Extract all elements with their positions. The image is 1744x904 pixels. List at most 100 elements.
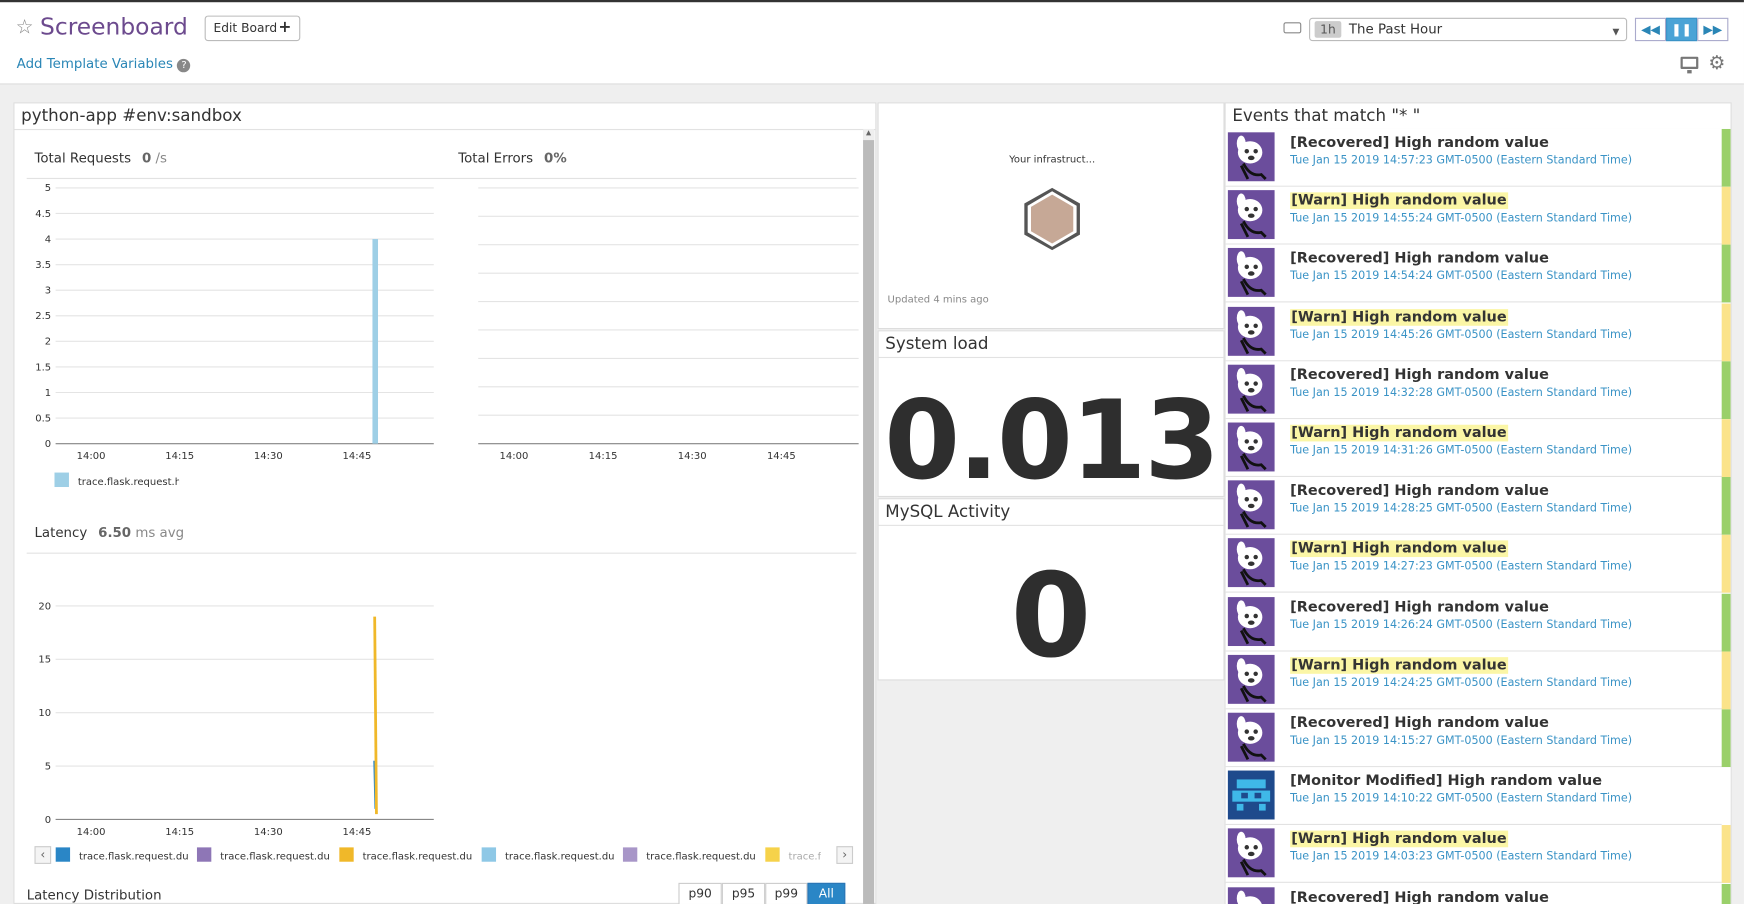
event-item[interactable]: [Recovered] High random value Tue Jan 15 … (1225, 709, 1731, 768)
legend-swatch (196, 847, 212, 862)
legend-item[interactable]: trace.flask.request.du (339, 847, 475, 863)
legend-swatch (622, 847, 638, 862)
event-item[interactable]: [Warn] High random value Tue Jan 15 2019 … (1225, 419, 1731, 478)
gear-icon[interactable]: ⚙ (1708, 52, 1725, 74)
time-range-label: The Past Hour (1348, 21, 1443, 37)
event-date: Tue Jan 15 2019 14:54:24 GMT-0500 (Easte… (1290, 270, 1633, 283)
edit-board-button[interactable]: Edit Board + (204, 15, 301, 42)
hostmap-widget[interactable]: Your infrastruct... Updated 4 mins ago (877, 102, 1225, 330)
latency-title: Latency (34, 524, 88, 541)
legend-item[interactable]: trace.flask.request.du (622, 847, 759, 863)
monitor-avatar-icon (1227, 770, 1275, 820)
event-date: Tue Jan 15 2019 14:45:26 GMT-0500 (Easte… (1290, 328, 1633, 341)
legend-next-button[interactable]: › (836, 846, 854, 864)
event-item[interactable]: [Recovered] High random value Tue Jan 15 … (1225, 128, 1731, 187)
x-tick-label: 14:00 (77, 827, 106, 838)
keyboard-icon[interactable] (1283, 22, 1302, 34)
event-item[interactable]: [Warn] High random value Tue Jan 15 2019 … (1225, 825, 1731, 884)
rewind-button[interactable]: ◀◀ (1634, 17, 1667, 42)
legend-item[interactable]: trace.flask.request.du (481, 847, 618, 863)
plus-icon: + (278, 18, 292, 37)
event-title[interactable]: [Monitor Modified] High random value (1290, 773, 1602, 790)
y-tick-label: 2 (45, 337, 51, 348)
legend-item[interactable]: trace.flask.request.du (55, 847, 192, 863)
add-template-variables-link[interactable]: Add Template Variables? (17, 56, 191, 73)
total-errors-title: Total Errors (458, 150, 534, 166)
event-title[interactable]: [Recovered] High random value (1290, 251, 1549, 268)
help-icon[interactable]: ? (177, 58, 191, 73)
event-status-bar (1721, 245, 1731, 303)
p95-button[interactable]: p95 (721, 882, 766, 904)
event-title[interactable]: [Recovered] High random value (1290, 135, 1549, 152)
latency-value: 6.50 (98, 524, 132, 541)
mysql-activity-title: MySQL Activity (878, 499, 1224, 526)
host-hexagon[interactable] (1021, 186, 1083, 253)
event-title[interactable]: [Warn] High random value (1290, 424, 1508, 442)
y-tick-label: 0.5 (35, 413, 51, 424)
event-title[interactable]: [Recovered] High random value (1290, 889, 1549, 904)
event-item[interactable]: [Monitor Modified] High random value Tue … (1225, 767, 1731, 826)
mysql-activity-widget: MySQL Activity 0 (877, 498, 1225, 684)
total-errors-value: 0% (544, 150, 567, 166)
event-date: Tue Jan 15 2019 14:10:22 GMT-0500 (Easte… (1290, 792, 1633, 806)
event-title[interactable]: [Warn] High random value (1290, 656, 1508, 674)
dog-avatar-icon (1227, 132, 1275, 182)
bar (372, 239, 379, 444)
event-item[interactable]: [Recovered] High random value Tue Jan 15 … (1225, 245, 1731, 303)
y-tick-label: 15 (38, 655, 51, 666)
legend-prev-button[interactable]: ‹ (34, 846, 52, 864)
legend-item[interactable]: trace.flask.request.hit (54, 472, 179, 488)
y-tick-label: 20 (38, 601, 51, 612)
event-item[interactable]: [Warn] High random value Tue Jan 15 2019 … (1225, 651, 1731, 710)
event-item[interactable]: [Warn] High random value Tue Jan 15 2019 … (1225, 535, 1731, 594)
system-load-widget: System load 0.013 (877, 330, 1225, 505)
total-requests-chart[interactable]: 0 0.5 1 1.5 2 2.5 3 3.5 4 4.5 5 14:00 14:15 14:30 14:4… (22, 178, 445, 469)
latency-chart[interactable]: 0 5 10 15 20 14:00 14:15 14:30 14:45 (22, 589, 445, 845)
event-title[interactable]: [Warn] High random value (1290, 192, 1508, 210)
event-item[interactable]: [Warn] High random value Tue Jan 15 2019 … (1225, 303, 1731, 361)
x-tick-label: 14:00 (499, 451, 528, 462)
dog-avatar-icon (1227, 248, 1275, 298)
event-item[interactable]: [Recovered] High random value Tue Jan 15 … (1225, 477, 1731, 536)
event-title[interactable]: [Recovered] High random value (1290, 483, 1549, 500)
forward-button[interactable]: ▶▶ (1697, 17, 1729, 42)
tv-mode-icon[interactable] (1680, 56, 1699, 74)
scroll-up-icon[interactable]: ▲ (863, 128, 875, 141)
group-scrollbar[interactable]: ▲ (863, 128, 875, 904)
event-title[interactable]: [Recovered] High random value (1290, 715, 1549, 732)
star-icon[interactable]: ☆ (16, 16, 34, 39)
event-title[interactable]: [Recovered] High random value (1290, 599, 1549, 616)
total-requests-title: Total Requests (34, 150, 132, 166)
event-item[interactable]: [Recovered] High random value (1225, 883, 1731, 904)
total-errors-chart[interactable]: 14:00 14:15 14:30 14:45 (445, 178, 863, 469)
all-button[interactable]: All (807, 882, 846, 904)
p90-button[interactable]: p90 (678, 882, 722, 904)
y-tick-label: 1 (45, 388, 51, 399)
p99-button[interactable]: p99 (765, 882, 808, 904)
legend-swatch (765, 847, 780, 862)
event-title[interactable]: [Warn] High random value (1290, 308, 1508, 326)
event-item[interactable]: [Recovered] High random value Tue Jan 15 … (1225, 593, 1731, 652)
event-title[interactable]: [Warn] High random value (1290, 831, 1508, 848)
event-item[interactable]: [Warn] High random value Tue Jan 15 2019 … (1225, 187, 1731, 245)
x-tick-label: 14:15 (165, 451, 194, 462)
legend-label: trace.flask.request.du (78, 851, 189, 863)
y-tick-label: 10 (38, 708, 51, 719)
event-status-bar (1721, 883, 1731, 904)
event-status-bar (1721, 477, 1731, 536)
time-range-select[interactable]: 1h The Past Hour ▼ (1309, 17, 1628, 42)
dog-avatar-icon (1227, 712, 1275, 762)
legend-item[interactable]: trace.fla (765, 847, 821, 863)
total-errors-label: Total Errors 0% (458, 150, 566, 166)
event-title[interactable]: [Recovered] High random value (1290, 367, 1549, 384)
event-status-bar (1721, 419, 1731, 478)
event-status-bar (1721, 361, 1731, 419)
y-tick-label: 0 (45, 815, 51, 826)
latency-label: Latency 6.50 ms avg (34, 525, 184, 541)
event-title[interactable]: [Warn] High random value (1290, 540, 1508, 558)
event-item[interactable]: [Recovered] High random value Tue Jan 15 … (1225, 361, 1731, 419)
legend-label: trace.flask.request.du (646, 851, 756, 863)
legend-item[interactable]: trace.flask.request.du (196, 847, 333, 863)
pause-button[interactable]: ❚❚ (1666, 17, 1698, 42)
x-tick-label: 14:45 (343, 451, 372, 462)
